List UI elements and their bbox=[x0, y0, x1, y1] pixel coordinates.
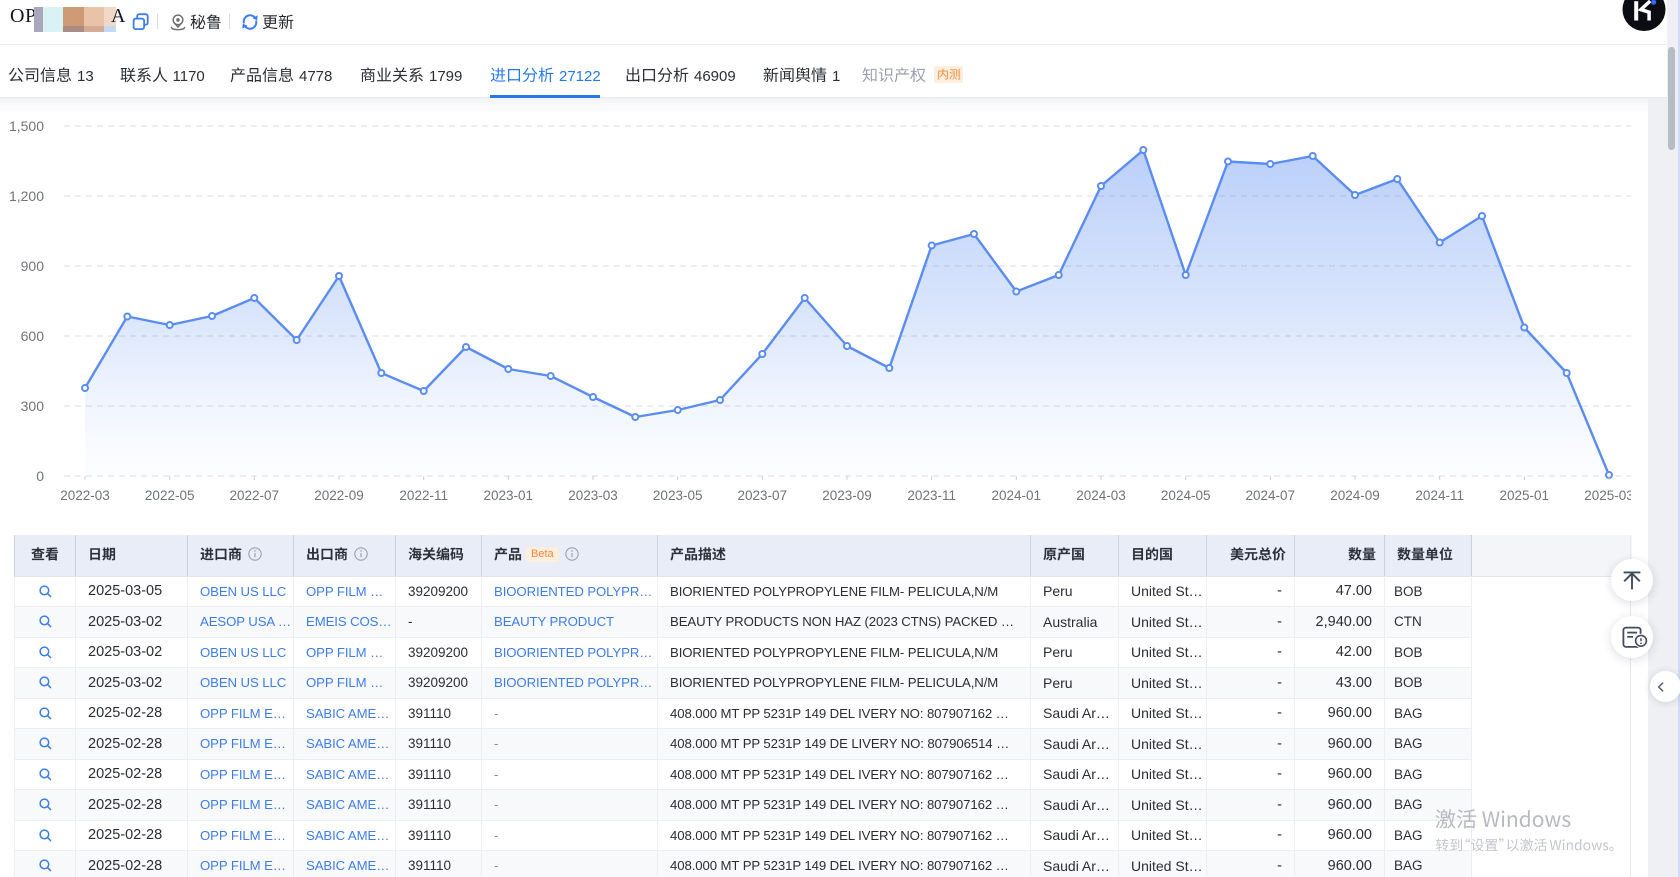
svg-text:1,500: 1,500 bbox=[9, 118, 44, 134]
svg-text:2022-11: 2022-11 bbox=[399, 488, 448, 503]
svg-text:2023-11: 2023-11 bbox=[907, 488, 956, 503]
svg-text:2023-05: 2023-05 bbox=[653, 488, 703, 503]
svg-text:600: 600 bbox=[21, 328, 45, 344]
svg-text:2024-05: 2024-05 bbox=[1161, 488, 1211, 503]
svg-text:2024-03: 2024-03 bbox=[1076, 488, 1126, 503]
svg-text:2022-05: 2022-05 bbox=[145, 488, 195, 503]
svg-text:2022-07: 2022-07 bbox=[230, 488, 280, 503]
svg-text:2022-03: 2022-03 bbox=[60, 488, 110, 503]
svg-text:0: 0 bbox=[36, 468, 44, 484]
svg-text:2024-07: 2024-07 bbox=[1246, 488, 1296, 503]
svg-text:2024-11: 2024-11 bbox=[1415, 488, 1464, 503]
svg-text:2025-01: 2025-01 bbox=[1500, 488, 1550, 503]
svg-text:2023-01: 2023-01 bbox=[484, 488, 534, 503]
svg-text:300: 300 bbox=[21, 398, 45, 414]
svg-text:2024-09: 2024-09 bbox=[1330, 488, 1380, 503]
svg-text:1,200: 1,200 bbox=[9, 188, 44, 204]
svg-text:2024-01: 2024-01 bbox=[992, 488, 1042, 503]
svg-text:900: 900 bbox=[21, 258, 45, 274]
svg-text:2023-09: 2023-09 bbox=[822, 488, 872, 503]
svg-text:2023-03: 2023-03 bbox=[568, 488, 618, 503]
svg-text:2023-07: 2023-07 bbox=[738, 488, 788, 503]
svg-text:2022-09: 2022-09 bbox=[314, 488, 364, 503]
svg-text:2025-03: 2025-03 bbox=[1584, 488, 1631, 503]
